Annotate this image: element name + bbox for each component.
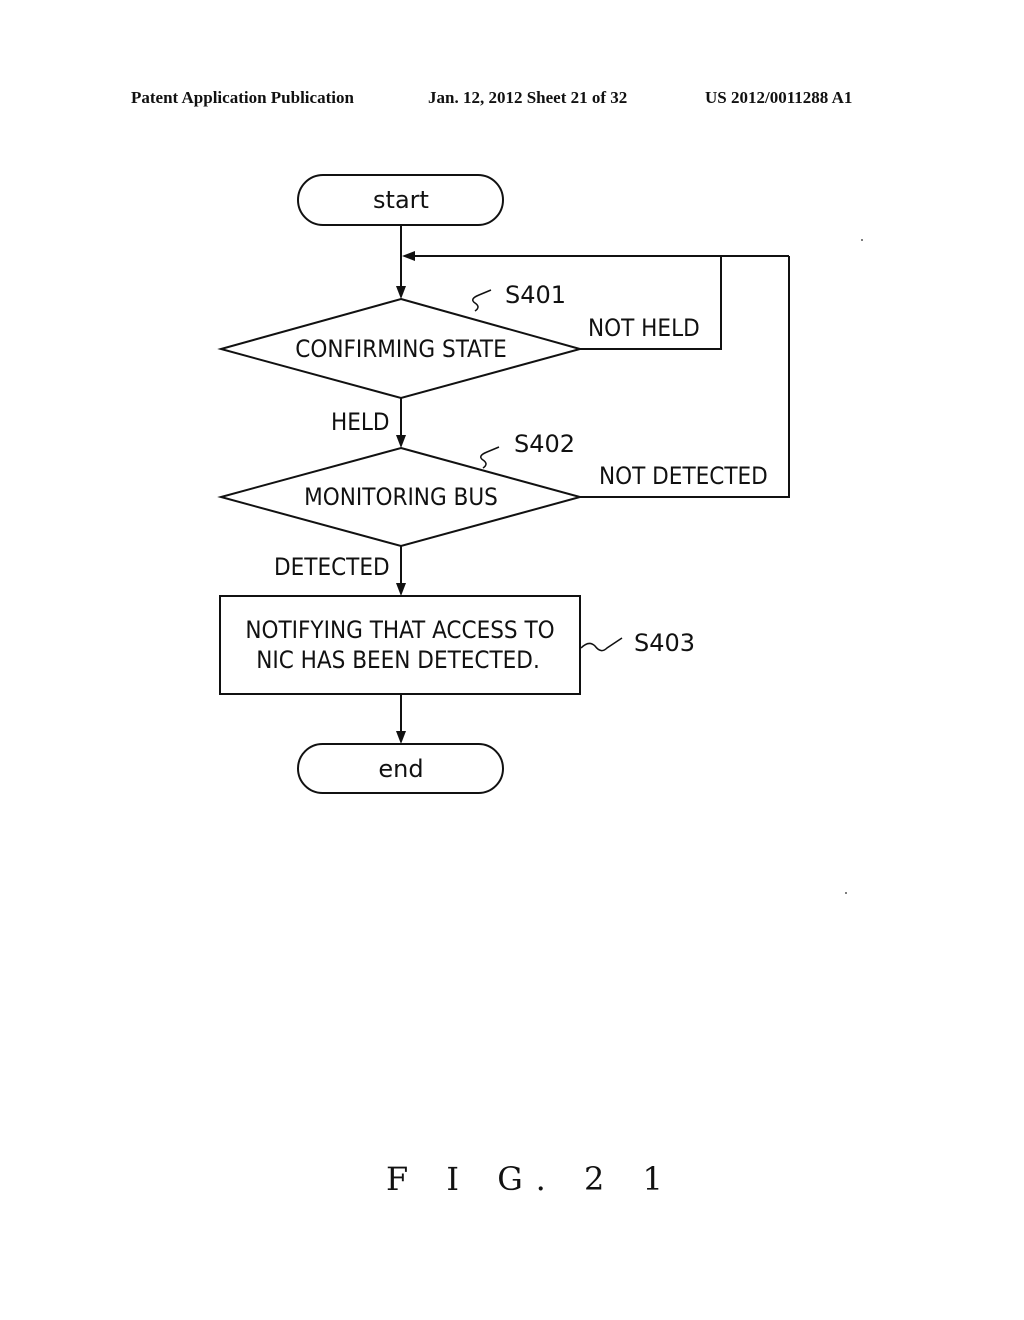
edge-label-not-detected: NOT DETECTED bbox=[599, 462, 768, 490]
edge-not-detected bbox=[580, 256, 790, 498]
end-label: end bbox=[378, 755, 423, 783]
arrowhead-loop bbox=[402, 251, 415, 261]
arrowhead-s401 bbox=[396, 286, 406, 299]
decision-s401: CONFIRMING STATE bbox=[217, 297, 584, 400]
s402-callout-squiggle bbox=[480, 446, 500, 469]
arrowhead-end bbox=[396, 731, 406, 744]
arrowhead-s402 bbox=[396, 435, 406, 448]
step-id-s403: S403 bbox=[634, 629, 695, 657]
s401-callout-squiggle bbox=[472, 289, 492, 312]
start-label: start bbox=[373, 186, 429, 214]
step-id-s402: S402 bbox=[514, 430, 575, 458]
process-s403-line-1: NOTIFYING THAT ACCESS TO bbox=[245, 616, 554, 644]
start-terminal: start bbox=[297, 174, 504, 226]
step-id-s401: S401 bbox=[505, 281, 566, 309]
decision-s402: MONITORING BUS bbox=[217, 446, 584, 548]
edge-label-not-held: NOT HELD bbox=[588, 314, 700, 342]
process-s403: NOTIFYING THAT ACCESS TO NIC HAS BEEN DE… bbox=[219, 595, 581, 695]
scan-speck bbox=[861, 239, 863, 241]
decision-s401-text: CONFIRMING STATE bbox=[295, 335, 507, 363]
edge-label-detected: DETECTED bbox=[274, 553, 390, 581]
decision-s402-text: MONITORING BUS bbox=[304, 483, 498, 511]
s403-callout-squiggle bbox=[580, 637, 623, 652]
figure-label: F I G. 2 1 bbox=[386, 1160, 677, 1198]
flowchart: start CONFIRMING STATE S401 NOT HELD HEL… bbox=[217, 174, 863, 894]
scan-speck bbox=[845, 892, 847, 894]
edge-label-held: HELD bbox=[331, 408, 390, 436]
process-s403-line-2: NIC HAS BEEN DETECTED. bbox=[256, 646, 540, 674]
arrowhead-s403 bbox=[396, 583, 406, 596]
end-terminal: end bbox=[297, 743, 504, 794]
